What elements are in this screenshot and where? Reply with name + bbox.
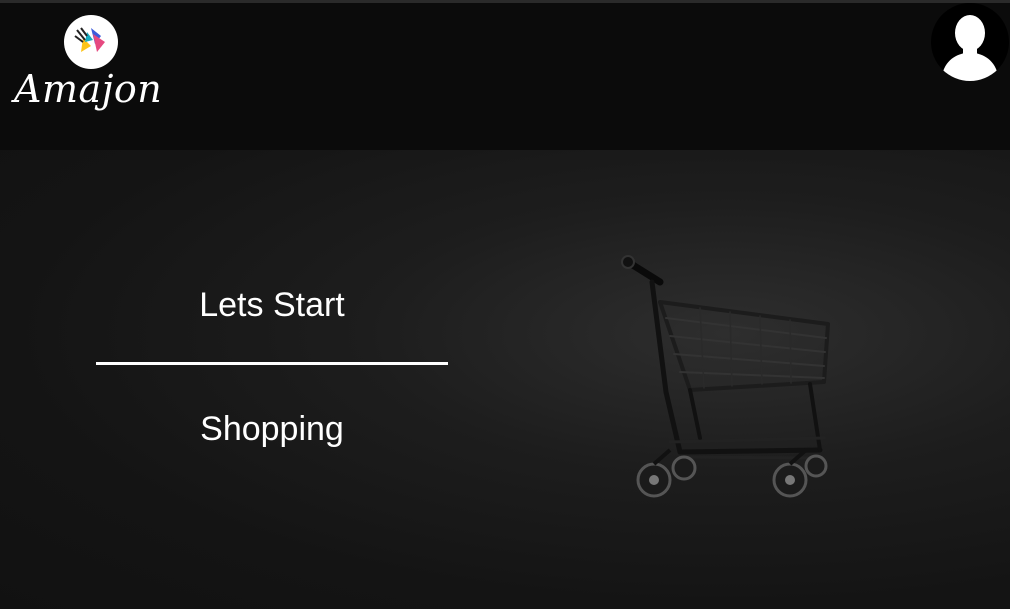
hero-title-line1: Lets Start xyxy=(199,286,345,324)
user-silhouette-icon xyxy=(941,15,999,81)
logo-icon[interactable] xyxy=(64,15,118,69)
avatar-button[interactable] xyxy=(931,3,1009,81)
shopping-cart-icon xyxy=(621,255,830,498)
hero-title-line2: Shopping xyxy=(200,410,344,448)
brand-name[interactable]: Amajon xyxy=(14,67,162,111)
hero-divider xyxy=(96,362,448,365)
app-page: Amajon Lets Start Shopping xyxy=(0,0,1010,609)
top-header: Amajon xyxy=(0,3,1010,150)
paint-splash-logo-icon xyxy=(74,27,105,52)
hero-section: Lets Start Shopping xyxy=(0,150,1010,609)
